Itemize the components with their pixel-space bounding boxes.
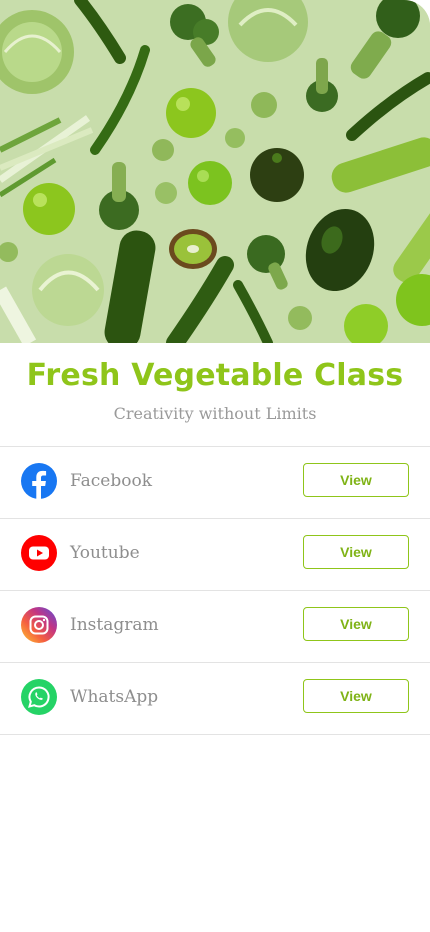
list-item-label: Instagram xyxy=(70,615,159,635)
list-item-label: Youtube xyxy=(70,543,140,563)
view-instagram-button[interactable]: View xyxy=(303,607,409,641)
page-title: Fresh Vegetable Class xyxy=(26,358,404,393)
view-youtube-button[interactable]: View xyxy=(303,535,409,569)
list-item-label: Facebook xyxy=(70,471,153,491)
instagram-icon xyxy=(21,607,57,643)
vegetables-illustration xyxy=(0,0,430,343)
hero-image xyxy=(0,0,430,343)
page-subtitle: Creativity without Limits xyxy=(113,404,317,423)
list-item-label: WhatsApp xyxy=(70,687,159,707)
social-link-list: Facebook View Youtube View Instagram Vie… xyxy=(0,446,430,735)
list-item-whatsapp: WhatsApp View xyxy=(0,663,430,735)
view-whatsapp-button[interactable]: View xyxy=(303,679,409,713)
youtube-icon xyxy=(21,535,57,571)
facebook-icon xyxy=(21,463,57,499)
whatsapp-icon xyxy=(21,679,57,715)
list-item-instagram: Instagram View xyxy=(0,591,430,663)
list-item-facebook: Facebook View xyxy=(0,447,430,519)
page: Fresh Vegetable Class Creativity without… xyxy=(0,0,430,932)
view-facebook-button[interactable]: View xyxy=(303,463,409,497)
list-item-youtube: Youtube View xyxy=(0,519,430,591)
